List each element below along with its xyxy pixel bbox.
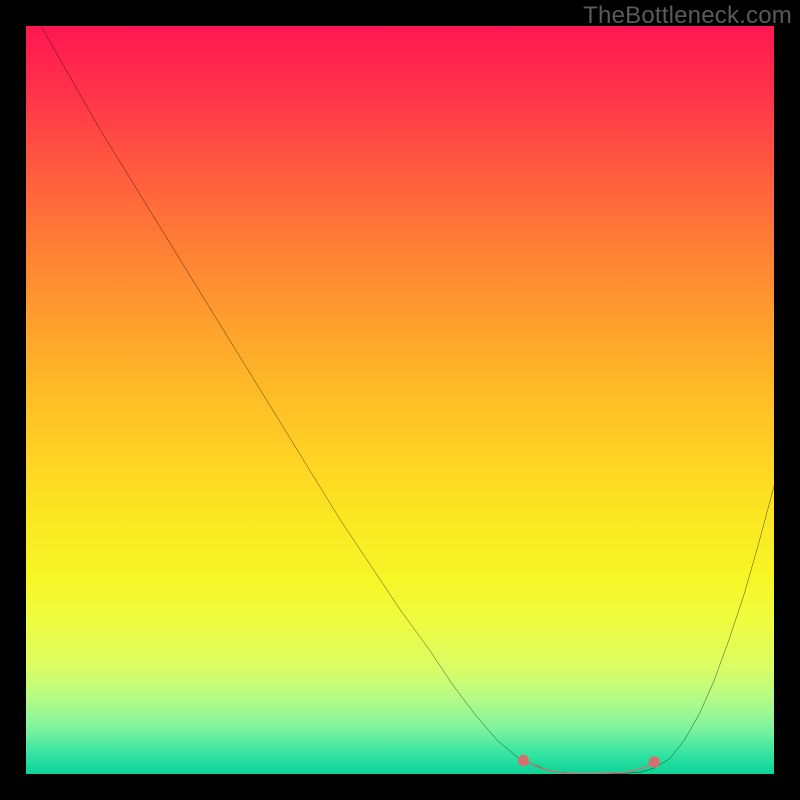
valley-dot (649, 756, 660, 767)
valley-highlight-dots (518, 755, 660, 768)
watermark-text: TheBottleneck.com (583, 2, 792, 30)
plot-area (26, 26, 774, 774)
valley-highlight-line (523, 761, 654, 774)
bottleneck-curve (41, 26, 774, 774)
valley-dot (518, 755, 529, 766)
chart-frame: TheBottleneck.com (0, 0, 800, 800)
curve-svg (26, 26, 774, 774)
